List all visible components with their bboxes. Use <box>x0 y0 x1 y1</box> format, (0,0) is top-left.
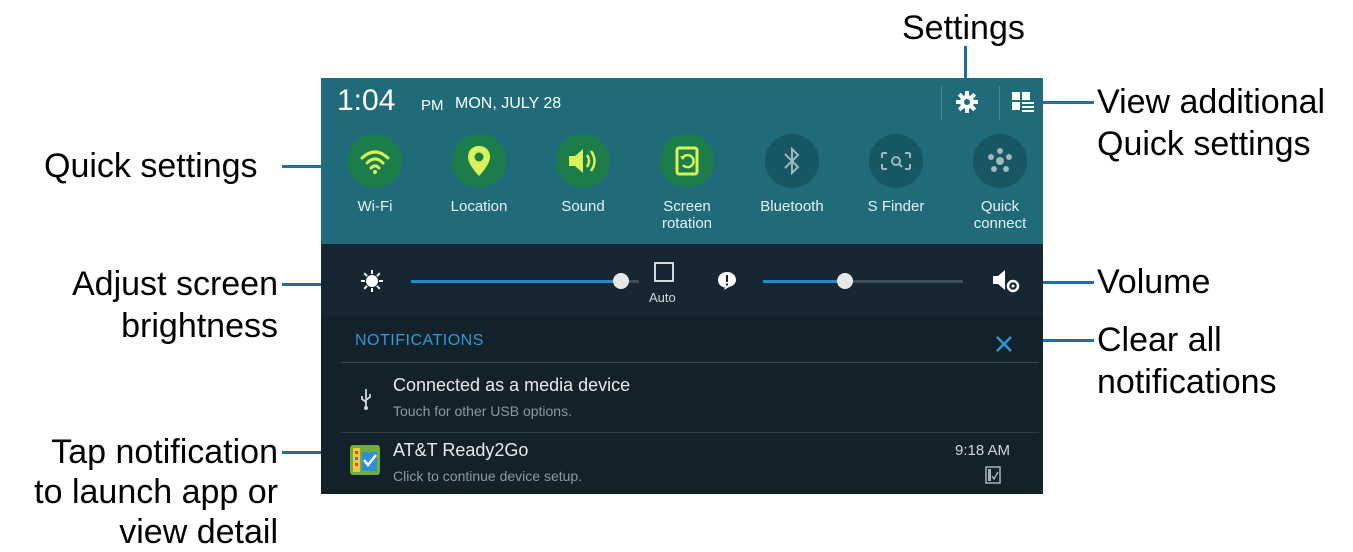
notification-title: AT&T Ready2Go <box>393 440 529 460</box>
notification-panel: 1:04 PM MON, JULY 28 Wi-Fi Location Soun… <box>321 78 1043 494</box>
sound-icon <box>569 149 596 173</box>
screen-rotation-icon <box>675 146 699 176</box>
brightness-fill <box>411 280 621 283</box>
qs-label: S Finder <box>867 198 925 215</box>
clear-all-callout-line1: Clear all <box>1097 321 1222 359</box>
notification-subtitle: Touch for other USB options. <box>393 403 572 419</box>
auto-brightness-label: Auto <box>649 290 676 305</box>
adjust-brightness-callout-line2: brightness <box>121 307 278 345</box>
quick-connect-toggle[interactable] <box>973 134 1027 188</box>
qs-quick-connect[interactable]: Quick connect <box>950 134 1043 232</box>
volume-callout: Volume <box>1097 263 1211 301</box>
qs-sound[interactable]: Sound <box>533 134 633 215</box>
alert-icon <box>718 272 736 290</box>
quick-connect-icon <box>988 148 1012 172</box>
settings-callout: Settings <box>902 9 1025 47</box>
notification-title: Connected as a media device <box>393 375 631 395</box>
quick-settings-callout: Quick settings <box>44 147 258 185</box>
qs-label: Wi-Fi <box>357 198 393 215</box>
notification-item[interactable]: AT&T Ready2Go Click to continue device s… <box>321 434 1043 494</box>
view-additional-callout-line2: Quick settings <box>1097 125 1311 163</box>
header-divider <box>341 362 1039 363</box>
notification-time: 9:18 AM <box>955 442 1011 459</box>
notification-divider <box>341 432 1039 433</box>
clear-all-icon[interactable] <box>995 335 1013 353</box>
qs-label: Quick <box>980 198 1020 215</box>
qs-label: rotation <box>661 215 713 232</box>
clock-ampm: PM <box>421 97 444 114</box>
location-toggle[interactable] <box>452 134 506 188</box>
notification-area: Auto NOTIFICATIONS Connected as a media … <box>321 244 1043 494</box>
qs-label: Bluetooth <box>760 198 824 215</box>
wifi-toggle[interactable] <box>348 134 402 188</box>
qs-label: connect <box>973 215 1027 232</box>
quick-settings-panel: 1:04 PM MON, JULY 28 Wi-Fi Location Soun… <box>321 78 1043 244</box>
qs-label: Location <box>450 198 508 215</box>
volume-fill <box>763 280 845 283</box>
gear-icon[interactable] <box>955 90 979 114</box>
tap-notification-callout-line2: to launch app or <box>34 473 278 511</box>
tap-notification-callout-line1: Tap notification <box>51 433 278 471</box>
slider-row: Auto <box>321 244 1043 316</box>
volume-slider-knob[interactable] <box>837 273 853 289</box>
qs-bluetooth[interactable]: Bluetooth <box>742 134 842 215</box>
location-icon <box>468 146 490 176</box>
usb-icon <box>361 389 371 410</box>
brightness-icon <box>361 270 383 292</box>
bluetooth-icon <box>784 146 800 176</box>
att-ready2go-app-icon <box>350 445 380 475</box>
notifications-header: NOTIFICATIONS <box>355 332 484 349</box>
quick-settings-row: Wi-Fi Location Sound Screen rotation Blu… <box>321 134 1043 244</box>
status-divider <box>999 86 1000 120</box>
screen-rotation-toggle[interactable] <box>660 134 714 188</box>
status-bar: 1:04 PM MON, JULY 28 <box>321 78 1043 128</box>
tap-notification-callout-line3: view detail <box>119 513 278 551</box>
sound-toggle[interactable] <box>556 134 610 188</box>
qs-label: Sound <box>561 198 605 215</box>
wifi-icon <box>360 150 390 174</box>
status-divider <box>941 86 942 120</box>
view-additional-callout-line1: View additional <box>1097 83 1326 121</box>
clock-time: 1:04 <box>337 84 396 117</box>
auto-brightness-checkbox[interactable] <box>654 262 674 282</box>
device-setup-small-icon <box>985 466 1001 484</box>
adjust-brightness-callout-line1: Adjust screen <box>72 265 278 303</box>
qs-s-finder[interactable]: S Finder <box>846 134 946 215</box>
clear-all-callout-line2: notifications <box>1097 363 1277 401</box>
qs-label: Screen <box>663 198 711 215</box>
s-finder-toggle[interactable] <box>869 134 923 188</box>
clock-date: MON, JULY 28 <box>455 95 562 112</box>
quick-settings-grid-icon[interactable] <box>1011 90 1037 114</box>
brightness-slider-knob[interactable] <box>612 273 629 289</box>
s-finder-icon <box>881 152 911 170</box>
bluetooth-toggle[interactable] <box>765 134 819 188</box>
qs-screen-rotation[interactable]: Screen rotation <box>637 134 737 232</box>
volume-settings-icon[interactable] <box>991 268 1021 294</box>
qs-wifi[interactable]: Wi-Fi <box>325 134 425 215</box>
qs-location[interactable]: Location <box>429 134 529 215</box>
notification-subtitle: Click to continue device setup. <box>393 468 583 484</box>
